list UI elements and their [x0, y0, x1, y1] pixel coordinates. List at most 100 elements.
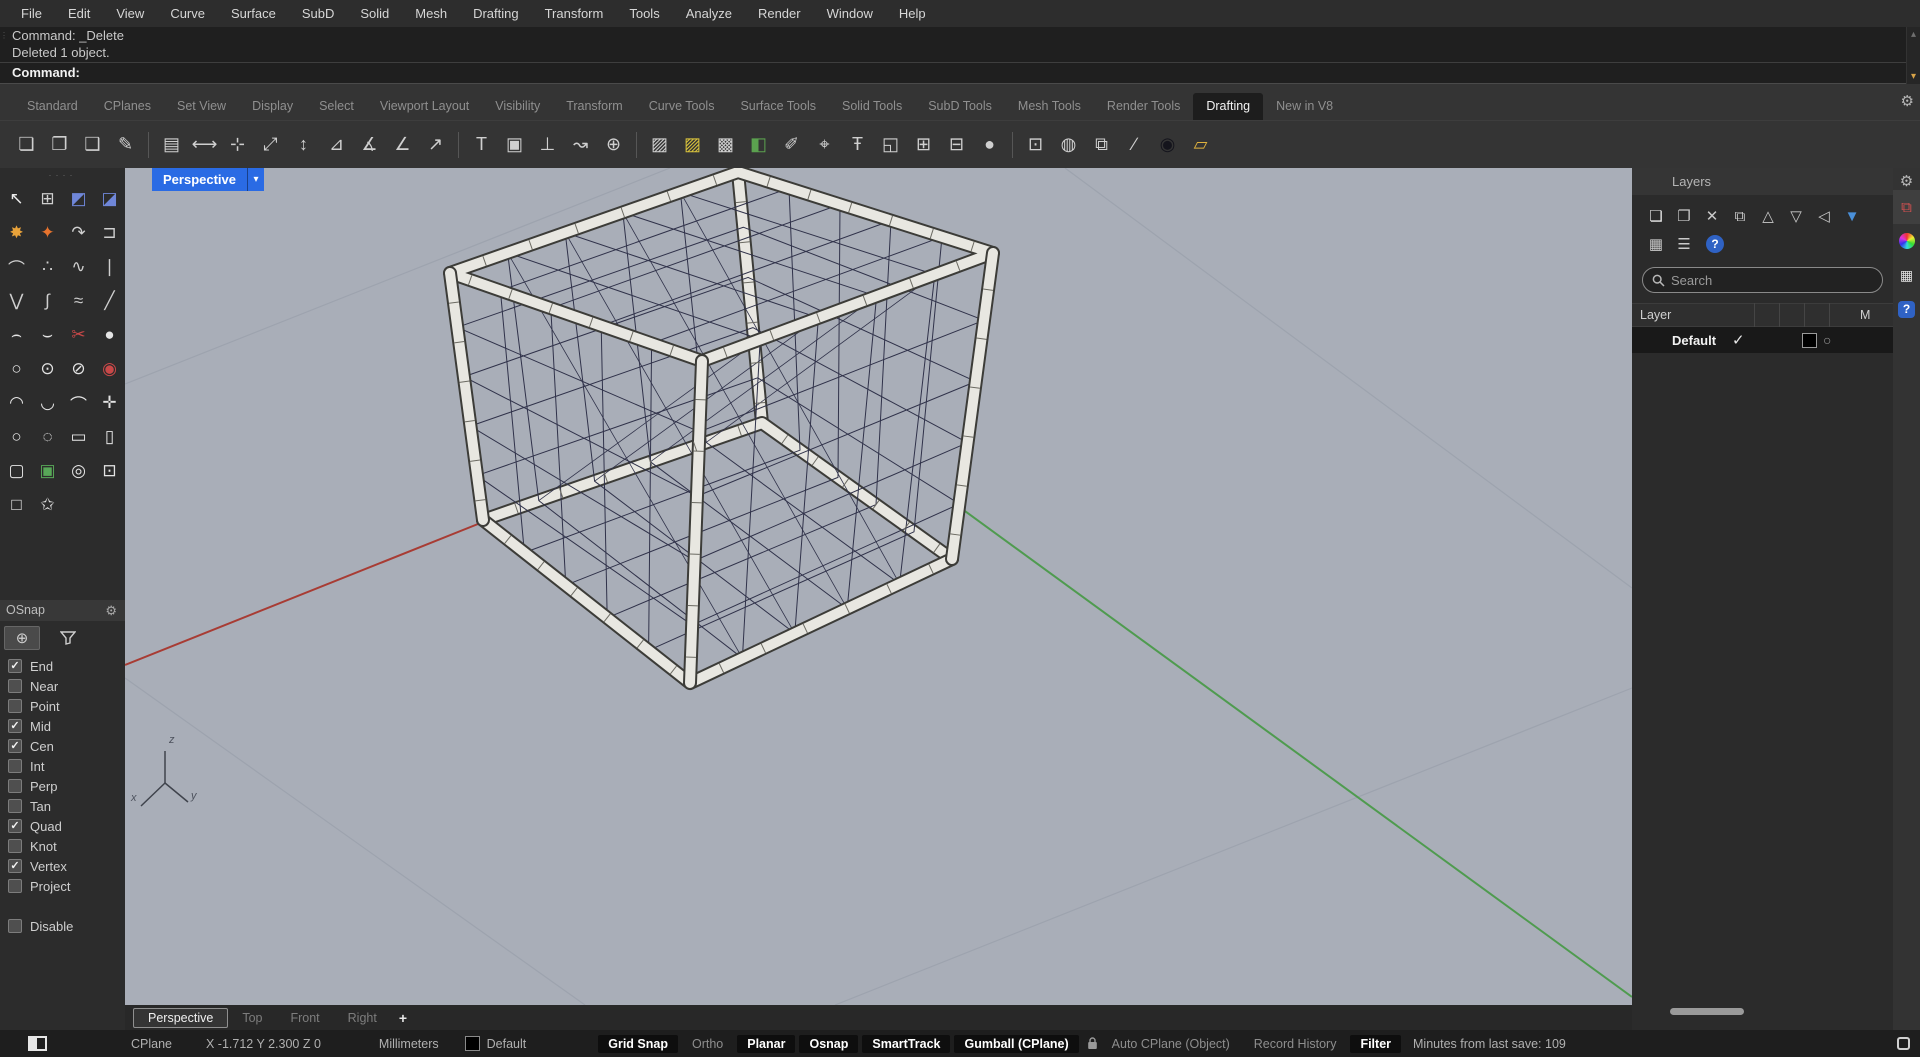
checkbox-checked-icon[interactable]: ✓ [8, 739, 22, 753]
coordinates-display[interactable]: X -1.712 Y 2.300 Z 0 [206, 1037, 321, 1051]
dim-recenter-icon[interactable]: ⌖ [809, 129, 840, 161]
menu-edit[interactable]: Edit [55, 0, 103, 27]
menu-window[interactable]: Window [814, 0, 886, 27]
menu-file[interactable]: File [8, 0, 55, 27]
menu-render[interactable]: Render [745, 0, 814, 27]
scroll-up-icon[interactable]: ▴ [1911, 29, 1916, 40]
menu-help[interactable]: Help [886, 0, 939, 27]
checkbox-checked-icon[interactable]: ✓ [8, 659, 22, 673]
checkbox-icon[interactable] [8, 919, 22, 933]
checkbox-icon[interactable] [8, 799, 22, 813]
circle-plus-icon[interactable]: ⊕ [598, 129, 629, 161]
dim-aligned-icon[interactable]: ⤢ [255, 129, 286, 161]
panel-options-gear-icon[interactable]: ⚙ [1900, 172, 1913, 190]
print-icon[interactable]: ⊡ [1020, 129, 1051, 161]
new-sublayer-icon[interactable]: ❐ [1670, 203, 1698, 229]
toolbar-tab-transform[interactable]: Transform [553, 93, 636, 120]
point-square-icon[interactable]: ⊡ [94, 454, 125, 488]
copy-detail-icon[interactable]: ⧉ [1086, 129, 1117, 161]
polyline-icon[interactable]: ⋁ [1, 284, 32, 318]
toolbar-tab-display[interactable]: Display [239, 93, 306, 120]
options-icon[interactable]: ✎ [110, 129, 141, 161]
circle-icon[interactable]: ○ [1, 352, 32, 386]
move-left-icon[interactable]: ◁ [1810, 203, 1838, 229]
blend-curve-icon[interactable]: ⌢ [1, 318, 32, 352]
toolbox-grip[interactable]: ···· [0, 170, 125, 180]
world-annotation-icon[interactable]: ◍ [1053, 129, 1084, 161]
status-toggle-smarttrack[interactable]: SmartTrack [862, 1034, 951, 1053]
checkbox-icon[interactable] [8, 779, 22, 793]
viewport-tab-right[interactable]: Right [334, 1009, 391, 1027]
checkbox-icon[interactable] [8, 699, 22, 713]
panel-tab-display[interactable] [1893, 224, 1920, 258]
help-icon[interactable]: ? [1706, 235, 1724, 253]
rectangle-rounded-icon[interactable]: ▢ [1, 454, 32, 488]
line-icon[interactable]: ╱ [94, 284, 125, 318]
status-toggle-grid-snap[interactable]: Grid Snap [598, 1034, 678, 1053]
cplane-pane[interactable]: CPlane [131, 1037, 172, 1051]
delete-layer-icon[interactable]: ✕ [1698, 203, 1726, 229]
toolbar-tab-set-view[interactable]: Set View [164, 93, 239, 120]
open-file-icon[interactable]: ❐ [44, 129, 75, 161]
arc-plus-icon[interactable]: ✛ [94, 386, 125, 420]
notes-icon[interactable]: ▤ [156, 129, 187, 161]
dim-point-icon[interactable]: ⊹ [222, 129, 253, 161]
hatch-yellow-icon[interactable]: ▨ [677, 129, 708, 161]
new-file-icon[interactable]: ❏ [11, 129, 42, 161]
toolbar-options-gear-icon[interactable]: ⚙ [1901, 92, 1914, 110]
text-icon[interactable]: T [466, 129, 497, 161]
checkbox-checked-icon[interactable]: ✓ [8, 719, 22, 733]
sketch-curve-icon[interactable]: ∿ [63, 250, 94, 284]
checkbox-checked-icon[interactable]: ✓ [8, 819, 22, 833]
toolbar-tab-drafting[interactable]: Drafting [1193, 93, 1264, 120]
checkbox-checked-icon[interactable]: ✓ [8, 859, 22, 873]
move-cplane-icon[interactable]: ◩ [63, 182, 94, 216]
layer-color-swatch[interactable] [1802, 332, 1817, 348]
status-toggle-ortho[interactable]: Ortho [682, 1035, 733, 1053]
circle-solid-icon[interactable]: ● [94, 318, 125, 352]
panel-tab-materials[interactable]: ▦ [1893, 258, 1920, 292]
dim-horizontal-icon[interactable]: ⟷ [189, 129, 220, 161]
osnap-toggle-project[interactable]: Project [8, 876, 70, 896]
line-vertical-icon[interactable]: ❘ [94, 250, 125, 284]
current-layer-swatch[interactable] [464, 1036, 480, 1051]
material-column-header[interactable]: M [1854, 308, 1870, 322]
dim-angle-icon[interactable]: ∠ [387, 129, 418, 161]
duplicate-layer-icon[interactable]: ⧉ [1726, 203, 1754, 229]
toolbar-tab-mesh-tools[interactable]: Mesh Tools [1005, 93, 1094, 120]
fill-color-icon[interactable]: ◧ [743, 129, 774, 161]
curve-extend-icon[interactable]: ⊐ [94, 216, 125, 250]
toolbar-tab-cplanes[interactable]: CPlanes [91, 93, 164, 120]
point-circle-icon[interactable]: ◎ [63, 454, 94, 488]
menu-solid[interactable]: Solid [347, 0, 402, 27]
circle-diameter-icon[interactable]: ⊘ [63, 352, 94, 386]
arc-cse-icon[interactable]: ◡ [32, 386, 63, 420]
menu-drafting[interactable]: Drafting [460, 0, 532, 27]
osnap-gear-icon[interactable]: ⚙ [105, 600, 117, 621]
menu-view[interactable]: View [103, 0, 157, 27]
black-sphere-icon[interactable]: ◉ [1152, 129, 1183, 161]
status-toggle-filter[interactable]: Filter [1350, 1034, 1402, 1053]
osnap-filter-button[interactable] [50, 626, 86, 650]
curve-interpolate-icon[interactable]: ∫ [32, 284, 63, 318]
menu-analyze[interactable]: Analyze [673, 0, 745, 27]
menu-curve[interactable]: Curve [157, 0, 218, 27]
layer-name[interactable]: Default [1632, 333, 1732, 348]
picture-frame-icon[interactable]: ▣ [32, 454, 63, 488]
dim-rotated-icon[interactable]: ⊿ [321, 129, 352, 161]
toolbar-tab-standard[interactable]: Standard [14, 93, 91, 120]
viewport-dropdown-icon[interactable]: ▾ [247, 168, 264, 191]
status-toggle-planar[interactable]: Planar [737, 1034, 796, 1053]
adjust-blend-icon[interactable]: ⌣ [32, 318, 63, 352]
pen-stroke-icon[interactable]: ∕ [1119, 129, 1150, 161]
table-align-icon[interactable]: ⊟ [941, 129, 972, 161]
rectangle-vertical-icon[interactable]: ▯ [94, 420, 125, 454]
save-file-icon[interactable]: ❑ [77, 129, 108, 161]
dim-ordinate-icon[interactable]: ⊥ [532, 129, 563, 161]
toolbar-tab-viewport-layout[interactable]: Viewport Layout [367, 93, 482, 120]
status-toggle-auto-cplane[interactable]: Auto CPlane (Object) [1102, 1035, 1240, 1053]
status-toggle-osnap[interactable]: Osnap [799, 1034, 859, 1053]
viewport-title[interactable]: Perspective [152, 168, 247, 191]
arc-icon[interactable]: ◠ [1, 386, 32, 420]
toolbar-tab-new-in-v8[interactable]: New in V8 [1263, 93, 1346, 120]
